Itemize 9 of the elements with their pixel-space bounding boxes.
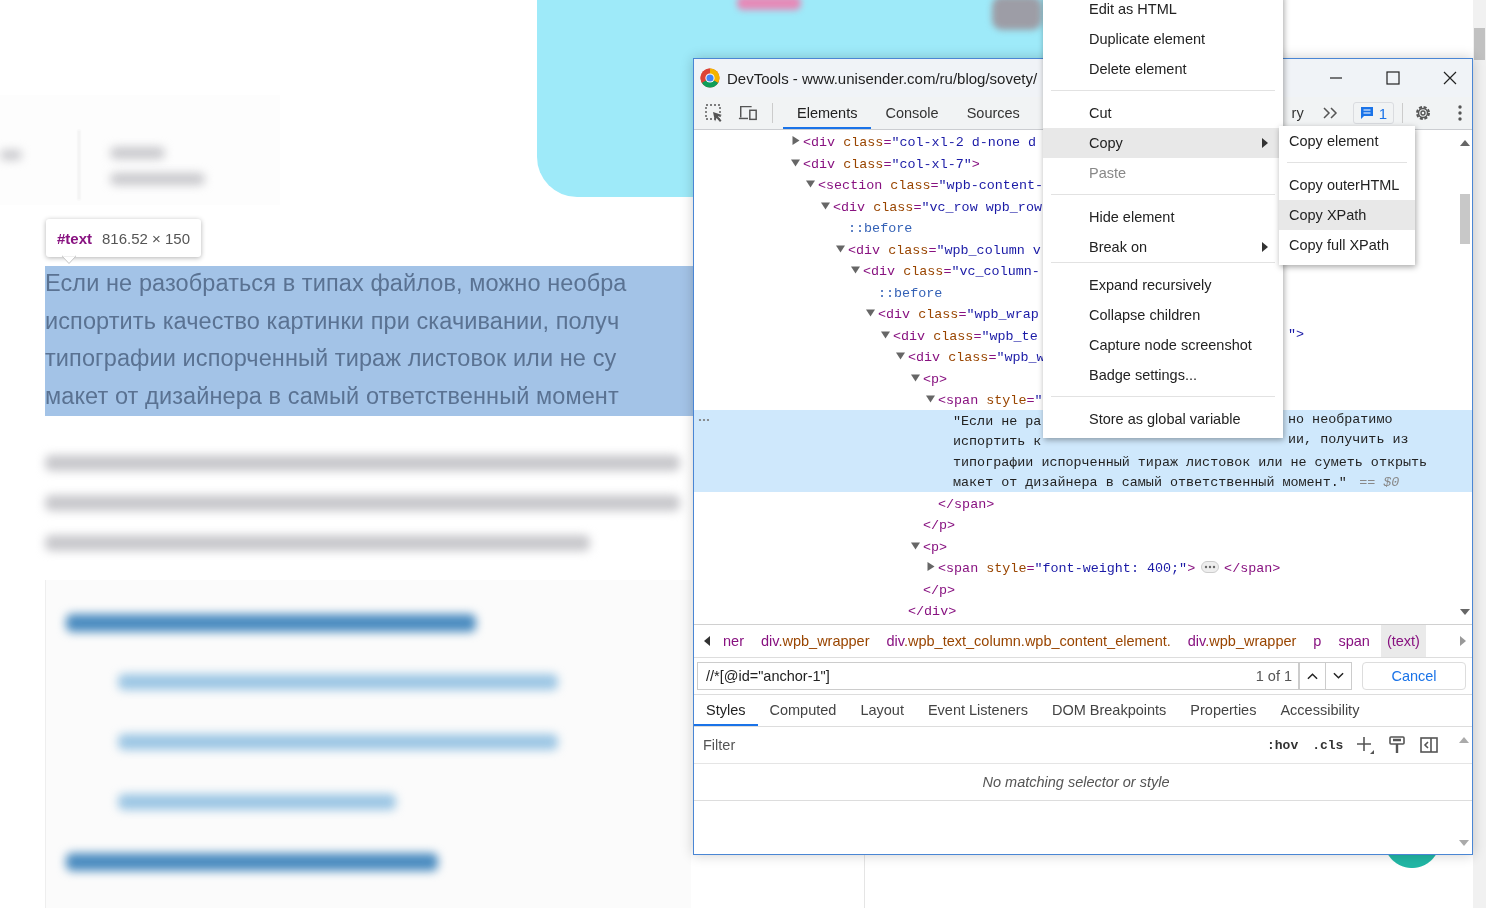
paragraph-line: Если не разобраться в типах файлов, можно необра: [45, 269, 628, 298]
node-size: 816.52 × 150: [102, 229, 191, 247]
paragraph-line: испортить качество картинки при скачивании, получ: [45, 306, 621, 336]
paragraph-line: макет от дизайнера в самый ответственный момент: [45, 381, 620, 411]
console-reference: == $0: [1359, 475, 1400, 490]
node-type: #text: [57, 229, 93, 247]
paragraph-line: типографии испорченный тираж листовок или не су: [45, 344, 618, 373]
empty-styles-message: No matching selector or style: [694, 764, 1472, 801]
window-title: DevTools - www.unisender.com/ru/blog/sovety/: [727, 69, 1038, 87]
